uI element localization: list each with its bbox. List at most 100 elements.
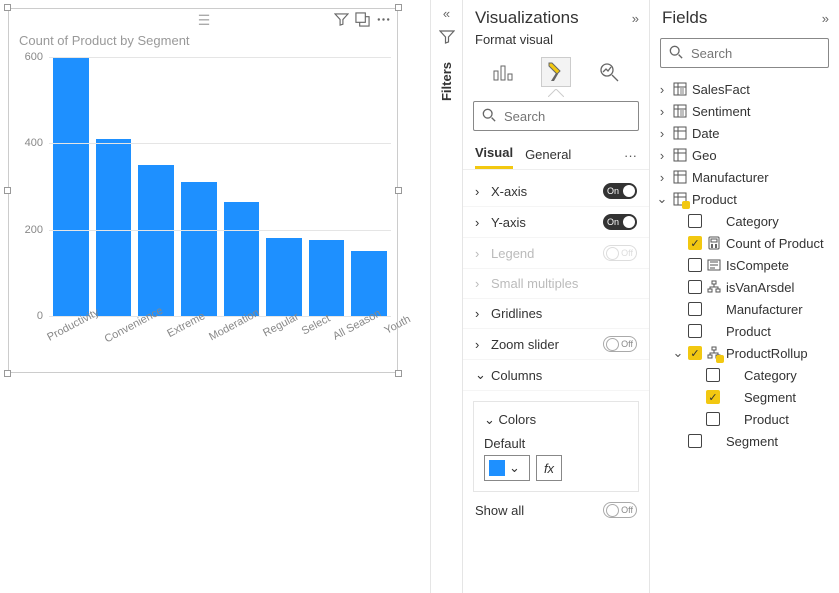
field-row[interactable]: ✓ Count of Product	[650, 232, 839, 254]
checkbox[interactable]	[688, 324, 702, 338]
focus-mode-icon[interactable]	[355, 12, 370, 30]
field-row[interactable]: isVanArsdel	[650, 276, 839, 298]
field-label: Product	[692, 192, 831, 207]
tab-visual[interactable]: Visual	[475, 141, 513, 169]
field-label: ProductRollup	[726, 346, 831, 361]
format-zoom-row[interactable]: ›Zoom sliderOff	[463, 329, 649, 360]
field-label: Count of Product	[726, 236, 831, 251]
field-row[interactable]: ✓Segment	[650, 386, 839, 408]
field-label: Category	[726, 214, 831, 229]
field-row[interactable]: Product	[650, 408, 839, 430]
collapse-panel-icon[interactable]: »	[822, 11, 829, 26]
chevron-right-icon: ›	[475, 184, 485, 199]
field-icon	[672, 103, 688, 119]
fx-button[interactable]: fx	[536, 455, 562, 481]
bar[interactable]	[53, 57, 89, 316]
show-all-toggle[interactable]: Off	[603, 502, 637, 518]
collapse-panel-icon[interactable]: »	[632, 11, 639, 26]
yaxis-toggle[interactable]: On	[603, 214, 637, 230]
checkbox[interactable]	[688, 214, 702, 228]
panel-title: Visualizations	[475, 8, 632, 28]
filters-pane-collapsed[interactable]: « Filters	[430, 0, 462, 593]
checkbox[interactable]: ✓	[706, 390, 720, 404]
chevron-right-icon: ›	[475, 306, 485, 321]
x-label: Youth	[382, 313, 429, 368]
field-row[interactable]: ›Manufacturer	[650, 166, 839, 188]
checkbox[interactable]	[706, 412, 720, 426]
resize-handle[interactable]	[395, 370, 402, 377]
format-visual-button[interactable]	[541, 57, 571, 87]
colors-card: ⌄ Colors Default ⌄ fx	[473, 401, 639, 492]
filter-icon[interactable]	[439, 29, 455, 48]
format-xaxis-row[interactable]: ›X-axisOn	[463, 176, 649, 207]
format-yaxis-row[interactable]: ›Y-axisOn	[463, 207, 649, 238]
chevron-icon: ›	[656, 82, 668, 97]
bar[interactable]	[309, 240, 345, 316]
filter-icon[interactable]	[334, 12, 349, 30]
bar[interactable]	[138, 165, 174, 316]
checkbox[interactable]: ✓	[688, 236, 702, 250]
xaxis-toggle[interactable]: On	[603, 183, 637, 199]
format-gridlines-row[interactable]: ›Gridlines	[463, 299, 649, 329]
field-icon	[724, 389, 740, 405]
checkbox[interactable]	[706, 368, 720, 382]
format-columns-row[interactable]: ⌄Columns	[463, 360, 649, 391]
checkbox[interactable]	[688, 434, 702, 448]
field-label: Segment	[726, 434, 831, 449]
resize-handle[interactable]	[4, 370, 11, 377]
bar-chart-visual[interactable]: ☰ Count of Product by Segment 0200400600…	[8, 8, 398, 373]
chevron-down-icon[interactable]: ⌄	[484, 412, 495, 427]
field-row[interactable]: Product	[650, 320, 839, 342]
format-search-box[interactable]	[473, 101, 639, 131]
report-canvas[interactable]: ☰ Count of Product by Segment 0200400600…	[0, 0, 430, 593]
chevron-down-icon: ⌄	[475, 367, 485, 383]
y-tick: 200	[25, 224, 43, 236]
visualizations-panel: Visualizations » Format visual Visual Ge…	[462, 0, 649, 593]
field-label: Date	[692, 126, 831, 141]
field-row[interactable]: ›SalesFact	[650, 78, 839, 100]
chevron-icon: ›	[656, 104, 668, 119]
field-row[interactable]: ›Geo	[650, 144, 839, 166]
bar[interactable]	[96, 139, 132, 316]
field-icon	[724, 367, 740, 383]
color-picker-button[interactable]: ⌄	[484, 455, 530, 481]
checkbox[interactable]	[688, 258, 702, 272]
chevron-right-icon: ›	[475, 246, 485, 261]
checkbox[interactable]	[688, 302, 702, 316]
field-row[interactable]: ⌄Product	[650, 188, 839, 210]
field-row[interactable]: ›Date	[650, 122, 839, 144]
field-row[interactable]: Category	[650, 210, 839, 232]
bar[interactable]	[224, 202, 260, 316]
build-visual-button[interactable]	[488, 57, 518, 87]
bar[interactable]	[266, 238, 302, 316]
chevron-icon: ⌄	[672, 345, 684, 361]
tab-general[interactable]: General	[525, 143, 571, 168]
field-row[interactable]: Segment	[650, 430, 839, 452]
y-tick: 600	[25, 51, 43, 63]
expand-filters-icon[interactable]: «	[443, 6, 450, 21]
fields-search-input[interactable]	[689, 45, 839, 62]
field-icon	[706, 235, 722, 251]
field-row[interactable]: Manufacturer	[650, 298, 839, 320]
chevron-right-icon: ›	[475, 215, 485, 230]
legend-toggle: Off	[603, 245, 637, 261]
fields-search-box[interactable]	[660, 38, 829, 68]
filters-label: Filters	[439, 62, 454, 101]
field-row[interactable]: ⌄ ✓ ProductRollup	[650, 342, 839, 364]
tabs-more-icon[interactable]: ···	[624, 148, 637, 163]
checkbox[interactable]	[688, 280, 702, 294]
drag-grip-icon[interactable]: ☰	[198, 12, 209, 29]
field-row[interactable]: IsCompete	[650, 254, 839, 276]
bar[interactable]	[351, 251, 387, 316]
field-row[interactable]: ›Sentiment	[650, 100, 839, 122]
zoom-toggle[interactable]: Off	[603, 336, 637, 352]
bar[interactable]	[181, 182, 217, 316]
field-label: Geo	[692, 148, 831, 163]
more-options-icon[interactable]	[376, 12, 391, 30]
resize-handle[interactable]	[4, 187, 11, 194]
analytics-button[interactable]	[594, 57, 624, 87]
field-row[interactable]: Category	[650, 364, 839, 386]
y-tick: 0	[37, 310, 43, 322]
resize-handle[interactable]	[395, 187, 402, 194]
checkbox[interactable]: ✓	[688, 346, 702, 360]
